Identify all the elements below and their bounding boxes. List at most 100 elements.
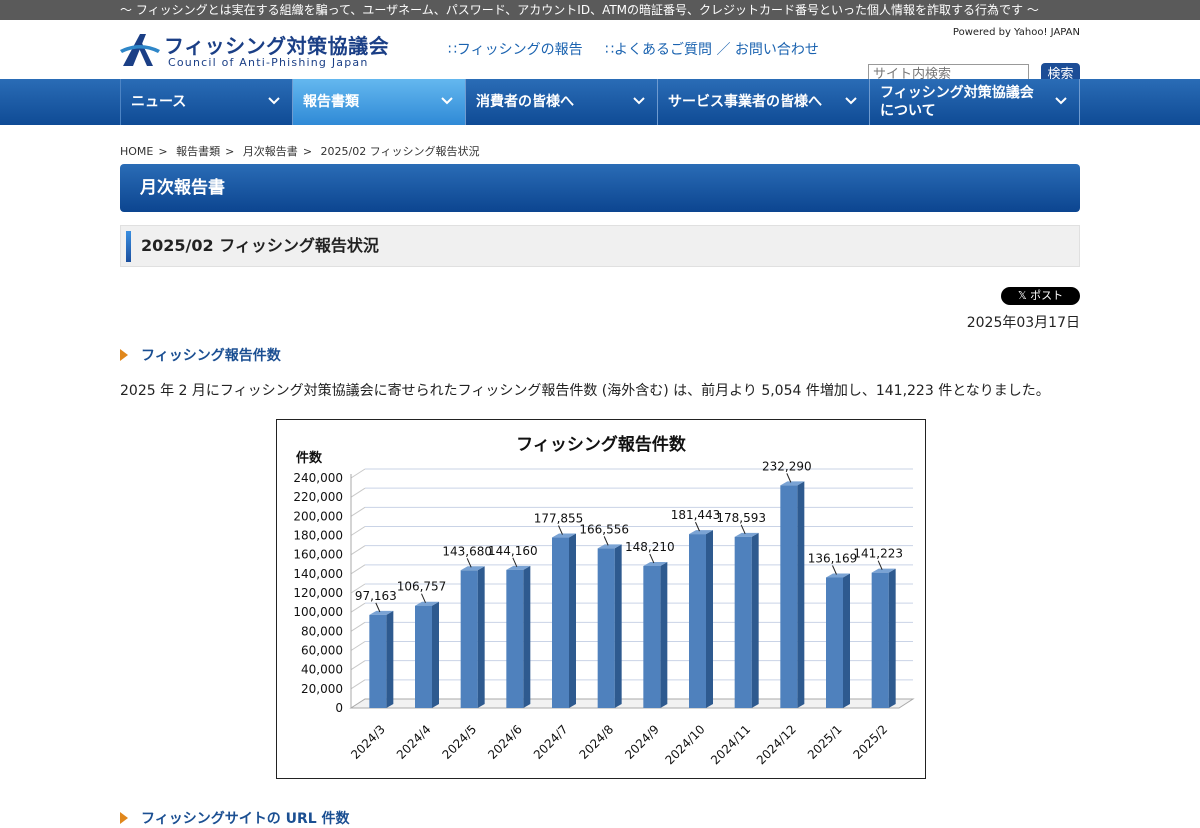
report-phishing-link[interactable]: ∷フィッシングの報告	[448, 42, 583, 58]
site-header: フィッシング対策協議会 Council of Anti-Phishing Jap…	[0, 20, 1200, 87]
data-label-leader	[466, 558, 472, 568]
x-tick-label: 2024/10	[662, 722, 707, 767]
bar-side	[569, 533, 576, 708]
data-label-leader	[603, 536, 609, 546]
bar	[780, 485, 798, 708]
report-count-chart: フィッシング報告件数 件数 0 20,000 40,000 60,000 80,000 100…	[276, 419, 926, 779]
publish-date: 2025年03月17日	[966, 315, 1080, 331]
nav-item-service-providers[interactable]: サービス事業者の皆様へ	[658, 79, 870, 125]
header-links: ∷フィッシングの報告 ∷よくあるご質問 ／ お問い合わせ	[448, 39, 837, 59]
bar-side	[614, 544, 622, 708]
x-tick-label: 2024/12	[754, 722, 799, 767]
chart-title: フィッシング報告件数	[516, 434, 687, 455]
y-tick-label: 120,000	[293, 586, 343, 600]
nav-item-about[interactable]: フィッシング対策協議会 について	[870, 79, 1080, 125]
triangle-bullet-icon	[120, 812, 128, 824]
nav-item-label: フィッシング対策協議会 について	[880, 85, 1034, 119]
x-tick-label: 2024/11	[708, 722, 753, 767]
chevron-down-icon	[633, 97, 645, 105]
subhead-report-count: フィッシング報告件数	[120, 345, 281, 365]
y-tick-label: 60,000	[301, 644, 343, 658]
logo-title: フィッシング対策協議会	[164, 34, 390, 58]
x-tick-label: 2024/4	[394, 722, 434, 762]
y-tick-label: 80,000	[301, 624, 343, 638]
data-label: 148,210	[625, 540, 675, 554]
site-logo[interactable]: フィッシング対策協議会 Council of Anti-Phishing Jap…	[120, 30, 389, 72]
breadcrumb-reports[interactable]: 報告書類	[176, 145, 220, 158]
breadcrumb-monthly[interactable]: 月次報告書	[243, 145, 298, 158]
gridline-depth	[350, 602, 366, 613]
y-tick-label: 200,000	[293, 509, 343, 523]
faq-contact-link[interactable]: ∷よくあるご質問 ／ お問い合わせ	[605, 42, 819, 58]
bar	[460, 570, 478, 708]
logo-mark-icon	[120, 34, 160, 66]
bar	[369, 614, 387, 708]
bar	[826, 577, 843, 708]
bar	[871, 572, 889, 708]
chart-svg: フィッシング報告件数件数 0 20,000 40,000 60,000 80,000 100…	[293, 434, 915, 767]
y-tick-label: 0	[335, 701, 343, 715]
breadcrumb-home[interactable]: HOME	[120, 145, 153, 158]
main-nav: ニュース 報告書類 消費者の皆様へ サービス事業者の皆様へ フィッシング対策協議…	[0, 79, 1200, 125]
data-label-leader	[832, 565, 837, 575]
bar-side	[888, 568, 896, 708]
y-tick-label: 140,000	[293, 567, 343, 581]
data-label-leader	[421, 593, 426, 603]
data-label: 106,757	[397, 580, 447, 594]
data-label: 178,593	[716, 511, 766, 525]
data-label: 143,680	[442, 544, 492, 558]
data-label: 144,160	[488, 544, 538, 558]
gridline-depth	[350, 621, 366, 632]
y-tick-label: 220,000	[293, 490, 343, 504]
data-label: 97,163	[355, 589, 397, 603]
bar-side	[843, 573, 850, 708]
gridline-depth	[350, 564, 366, 575]
bar-side	[751, 532, 759, 708]
section-title: 月次報告書	[120, 164, 1080, 212]
data-label-leader	[512, 557, 518, 568]
x-tick-label: 2024/5	[440, 722, 480, 762]
data-label-leader	[649, 553, 655, 564]
subhead-url-count: フィッシングサイトの URL 件数	[120, 808, 350, 828]
bar-side	[660, 561, 668, 708]
x-tick-label: 2024/7	[531, 722, 571, 762]
data-label: 181,443	[671, 508, 721, 522]
nav-item-consumers[interactable]: 消費者の皆様へ	[466, 79, 658, 125]
nav-item-label: ニュース	[131, 94, 187, 110]
chevron-down-icon	[845, 97, 857, 105]
nav-item-news[interactable]: ニュース	[121, 79, 293, 125]
x-post-button[interactable]: 𝕏 ポスト	[1001, 287, 1080, 305]
x-tick-label: 2024/6	[485, 722, 525, 762]
bar	[689, 534, 706, 708]
x-tick-label: 2025/1	[805, 722, 845, 762]
bar-side	[706, 530, 713, 708]
breadcrumb-current: 2025/02 フィッシング報告状況	[320, 145, 480, 158]
bar	[506, 569, 524, 708]
summary-paragraph: 2025 年 2 月にフィッシング対策協議会に寄せられたフィッシング報告件数 (…	[120, 383, 1050, 399]
gridline-depth	[350, 545, 366, 556]
nav-item-reports[interactable]: 報告書類	[293, 79, 466, 125]
bar-side	[386, 610, 394, 708]
gridline-depth	[350, 506, 366, 517]
y-tick-label: 20,000	[301, 682, 343, 696]
data-label: 136,169	[808, 552, 858, 566]
breadcrumb: HOME > 報告書類 > 月次報告書 > 2025/02 フィッシング報告状況	[120, 145, 480, 158]
bar-side	[432, 601, 439, 708]
y-tick-label: 160,000	[293, 548, 343, 562]
data-label: 177,855	[534, 512, 584, 526]
bar	[597, 548, 615, 708]
chevron-down-icon	[1055, 97, 1067, 105]
gridline-depth	[350, 526, 366, 536]
x-tick-label: 2024/8	[577, 722, 617, 762]
nav-item-label: 報告書類	[303, 94, 359, 110]
page-title-box: 2025/02 フィッシング報告状況	[120, 225, 1080, 267]
site-tagline: ～ フィッシングとは実在する組織を騙って、ユーザネーム、パスワード、アカウントI…	[0, 0, 1200, 20]
chevron-down-icon	[441, 97, 453, 105]
gridline-depth	[350, 641, 366, 651]
bar	[734, 536, 752, 708]
gridline-depth	[350, 660, 366, 671]
chevron-down-icon	[268, 97, 280, 105]
bar-side	[797, 481, 805, 708]
triangle-bullet-icon	[120, 349, 128, 361]
y-axis-title: 件数	[296, 450, 323, 466]
